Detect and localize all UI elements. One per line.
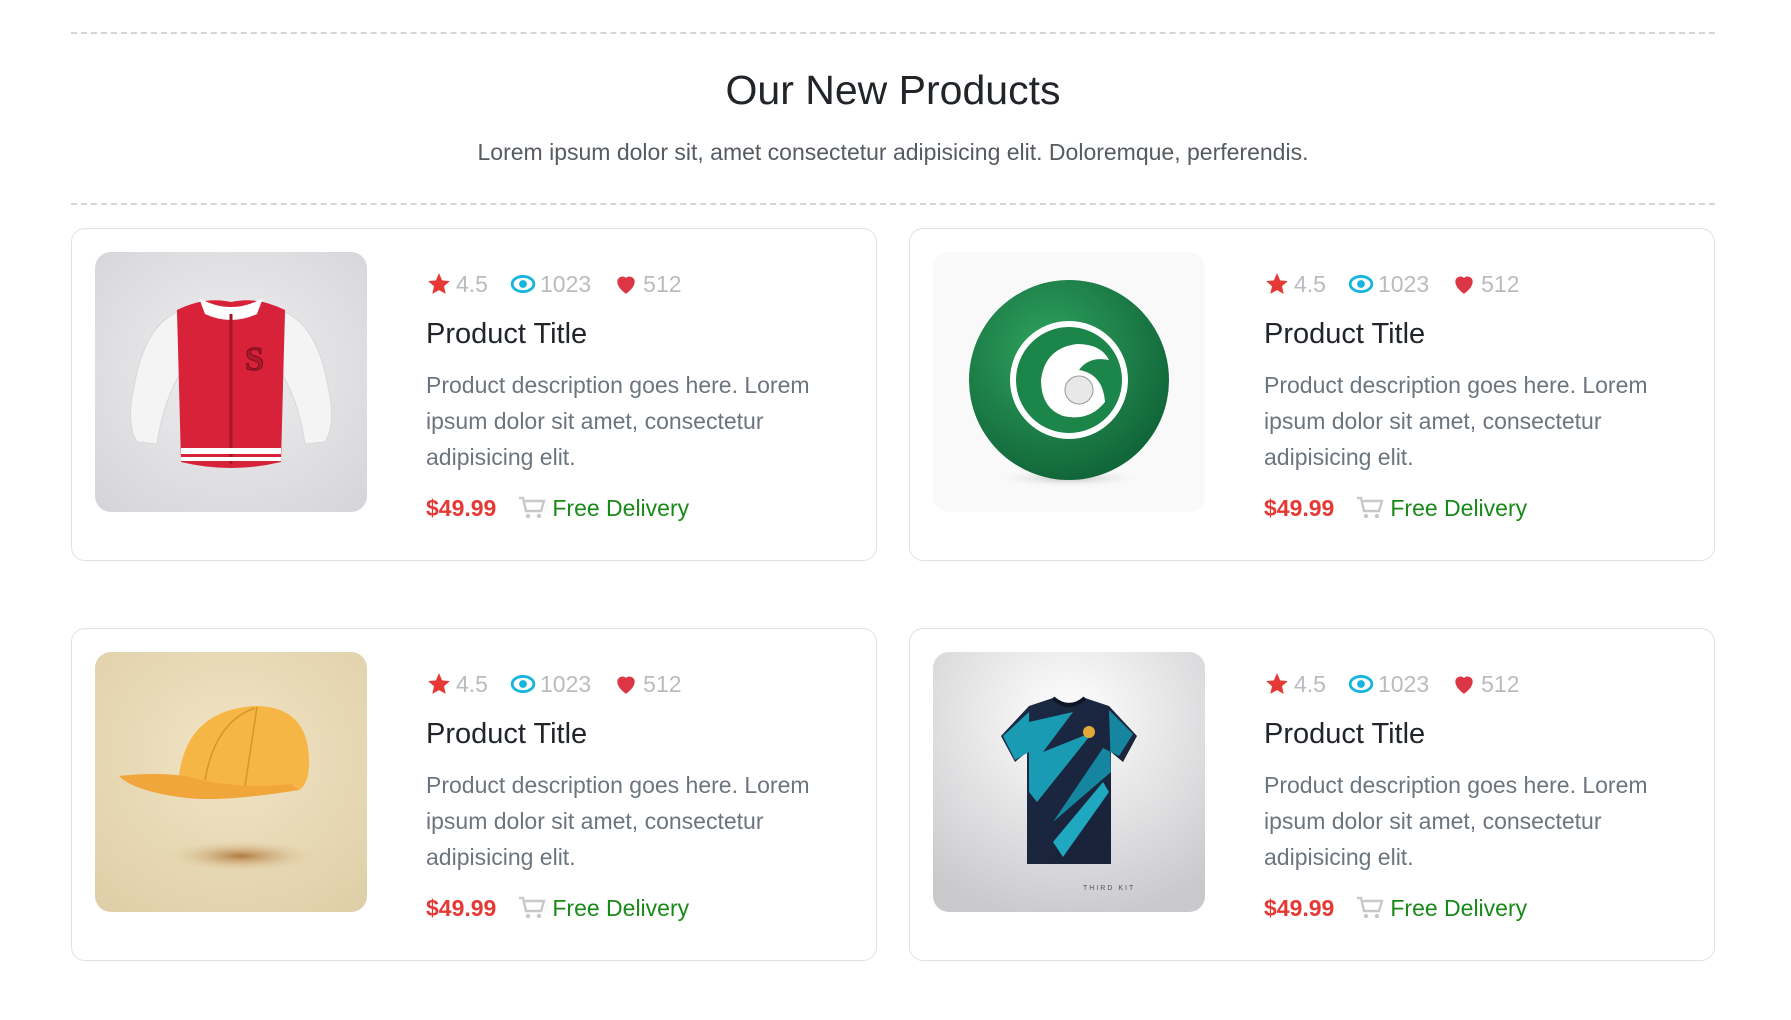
svg-text:S: S — [245, 341, 264, 378]
likes[interactable]: 512 — [1451, 670, 1520, 698]
views-count: 1023 — [539, 270, 592, 297]
product-card[interactable]: 4.5 1023 512 Product Title Product descr… — [71, 628, 877, 961]
star-icon — [428, 673, 450, 694]
product-description: Product description goes here. Lorem ips… — [1264, 771, 1648, 870]
product-image-cap[interactable] — [95, 652, 367, 912]
delivery-info: Free Delivery — [518, 495, 689, 522]
rating: 4.5 — [426, 271, 488, 298]
likes[interactable]: 512 — [613, 670, 682, 698]
product-price: $49.99 — [1264, 894, 1335, 921]
product-price: $49.99 — [426, 894, 497, 921]
eye-icon — [1348, 675, 1374, 693]
views: 1023 — [510, 271, 591, 298]
views: 1023 — [1348, 271, 1429, 298]
product-card[interactable]: THIRD KIT 4.5 1023 512 Product Title Pro — [909, 628, 1715, 961]
delivery-label: Free Delivery — [1390, 894, 1528, 921]
delivery-label: Free Delivery — [552, 494, 690, 521]
likes[interactable]: 512 — [1451, 270, 1520, 298]
product-price: $49.99 — [1264, 494, 1335, 521]
star-icon — [428, 273, 450, 294]
delivery-info: Free Delivery — [518, 895, 689, 922]
delivery-label: Free Delivery — [1390, 494, 1528, 521]
views: 1023 — [1348, 671, 1429, 698]
cart-icon — [519, 497, 546, 519]
product-description: Product description goes here. Lorem ips… — [426, 771, 810, 870]
product-description: Product description goes here. Lorem ips… — [1264, 371, 1648, 470]
rating: 4.5 — [1264, 671, 1326, 698]
product-price: $49.99 — [426, 494, 497, 521]
heart-icon[interactable] — [613, 271, 639, 297]
views-count: 1023 — [539, 670, 592, 697]
likes[interactable]: 512 — [613, 270, 682, 298]
product-title[interactable]: Product Title — [1264, 718, 1684, 751]
eye-icon — [510, 275, 536, 293]
eye-icon — [1348, 275, 1374, 293]
product-grid: S 4.5 1023 512 Product Title Product des — [71, 228, 1715, 961]
product-image-jacket[interactable]: S — [95, 252, 367, 512]
rating-value: 4.5 — [456, 670, 488, 697]
views-count: 1023 — [1377, 270, 1430, 297]
product-image-soccer-ball[interactable] — [933, 252, 1205, 512]
views-count: 1023 — [1377, 670, 1430, 697]
rating: 4.5 — [426, 671, 488, 698]
section-title: Our New Products — [725, 67, 1061, 113]
likes-count: 512 — [1481, 270, 1520, 297]
star-icon — [1266, 273, 1288, 294]
views: 1023 — [510, 671, 591, 698]
cart-icon — [1357, 497, 1384, 519]
likes-count: 512 — [643, 670, 682, 697]
rating-value: 4.5 — [1294, 670, 1326, 697]
delivery-label: Free Delivery — [552, 894, 690, 921]
rating-value: 4.5 — [1294, 270, 1326, 297]
cart-icon — [1357, 897, 1384, 919]
eye-icon — [510, 675, 536, 693]
product-image-jersey[interactable]: THIRD KIT — [933, 652, 1205, 912]
heart-icon[interactable] — [1451, 671, 1477, 697]
delivery-info: Free Delivery — [1356, 895, 1527, 922]
top-divider — [71, 32, 1715, 34]
cart-icon — [519, 897, 546, 919]
star-icon — [1266, 673, 1288, 694]
product-card[interactable]: S 4.5 1023 512 Product Title Product des — [71, 228, 877, 561]
product-title[interactable]: Product Title — [426, 718, 846, 751]
rating: 4.5 — [1264, 271, 1326, 298]
likes-count: 512 — [1481, 670, 1520, 697]
likes-count: 512 — [643, 270, 682, 297]
heart-icon[interactable] — [1451, 271, 1477, 297]
heart-icon[interactable] — [613, 671, 639, 697]
svg-text:THIRD KIT: THIRD KIT — [1083, 885, 1135, 892]
bottom-divider — [71, 202, 1715, 205]
product-card[interactable]: 4.5 1023 512 Product Title Product descr… — [909, 228, 1715, 561]
product-title[interactable]: Product Title — [426, 318, 846, 351]
products-section-header: Our New Products Lorem ipsum dolor sit, … — [71, 0, 1715, 205]
product-description: Product description goes here. Lorem ips… — [426, 371, 810, 470]
delivery-info: Free Delivery — [1356, 495, 1527, 522]
section-subtitle: Lorem ipsum dolor sit, amet consectetur … — [477, 139, 1309, 166]
rating-value: 4.5 — [456, 270, 488, 297]
product-title[interactable]: Product Title — [1264, 318, 1684, 351]
